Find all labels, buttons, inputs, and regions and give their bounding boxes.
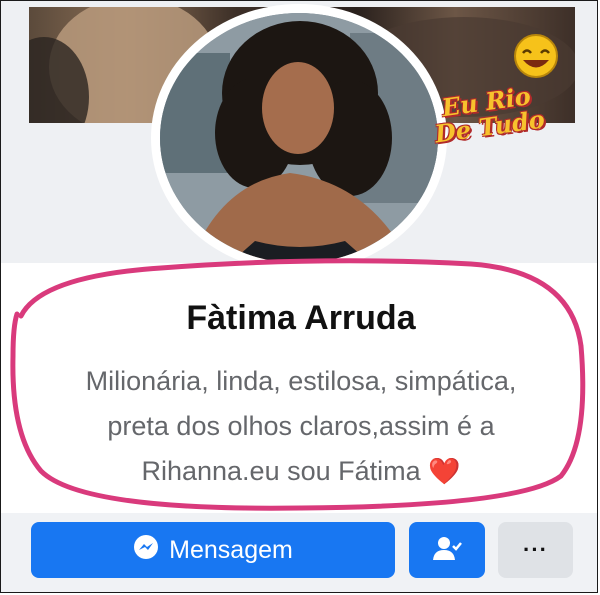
heart-icon: ❤️: [428, 456, 461, 486]
message-button-label: Mensagem: [169, 535, 293, 564]
more-dots-icon: ···: [523, 537, 548, 562]
friends-button[interactable]: [409, 522, 485, 578]
bio-line: preta dos olhos claros,assim é a: [107, 411, 495, 441]
profile-name: Fàtima Arruda: [186, 299, 416, 337]
profile-action-bar: Mensagem ···: [1, 513, 597, 592]
profile-portrait-graphic: [160, 13, 438, 263]
bio-line-text: Rihanna.eu sou Fátima: [141, 456, 421, 486]
messenger-icon: [133, 534, 159, 567]
profile-picture-border: [151, 4, 447, 272]
profile-picture[interactable]: [160, 13, 438, 263]
watermark-sticker: Eu Rio De Tudo: [413, 31, 573, 161]
profile-bio: Milionária, linda, estilosa, simpática, …: [41, 359, 561, 494]
bio-line-last: Rihanna.eu sou Fátima ❤️: [41, 449, 561, 494]
screenshot-frame: Eu Rio De Tudo Fàtima Arruda Milionária,…: [0, 0, 598, 593]
message-button[interactable]: Mensagem: [31, 522, 395, 578]
profile-info-card: Fàtima Arruda Milionária, linda, estilos…: [1, 263, 597, 513]
friends-check-icon: [432, 535, 462, 566]
more-options-button[interactable]: ···: [498, 522, 573, 578]
bio-line: Milionária, linda, estilosa, simpática,: [85, 366, 517, 396]
